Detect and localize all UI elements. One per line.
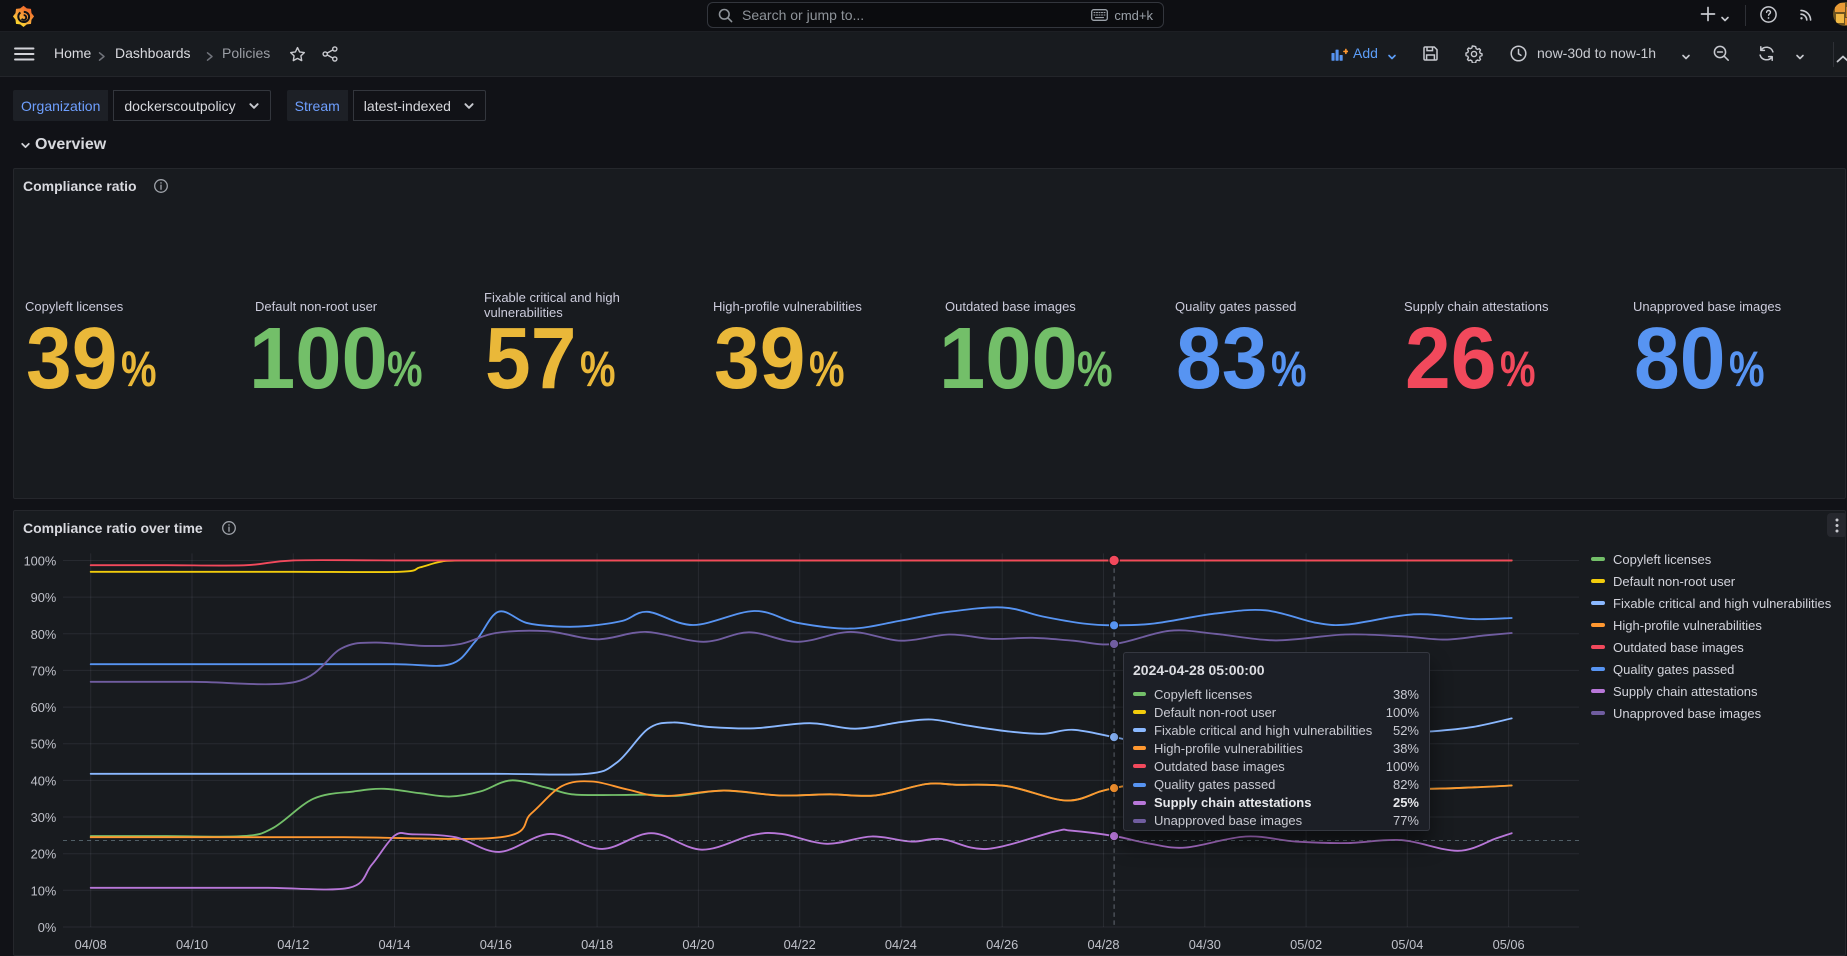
svg-text:05/04: 05/04 bbox=[1391, 937, 1423, 952]
svg-text:05/02: 05/02 bbox=[1290, 937, 1322, 952]
svg-text:90%: 90% bbox=[31, 590, 57, 605]
svg-text:30%: 30% bbox=[31, 810, 57, 825]
svg-text:100%: 100% bbox=[24, 554, 57, 569]
svg-text:05/06: 05/06 bbox=[1493, 937, 1525, 952]
svg-text:04/24: 04/24 bbox=[885, 937, 917, 952]
svg-text:60%: 60% bbox=[31, 700, 57, 715]
svg-text:04/12: 04/12 bbox=[277, 937, 309, 952]
svg-text:04/22: 04/22 bbox=[784, 937, 816, 952]
svg-text:04/30: 04/30 bbox=[1189, 937, 1221, 952]
svg-text:0%: 0% bbox=[38, 920, 57, 935]
svg-text:40%: 40% bbox=[31, 773, 57, 788]
svg-text:70%: 70% bbox=[31, 663, 57, 678]
svg-text:04/26: 04/26 bbox=[986, 937, 1018, 952]
svg-text:20%: 20% bbox=[31, 847, 57, 862]
svg-text:80%: 80% bbox=[31, 627, 57, 642]
svg-text:04/18: 04/18 bbox=[581, 937, 613, 952]
svg-text:04/28: 04/28 bbox=[1087, 937, 1119, 952]
svg-text:10%: 10% bbox=[31, 883, 57, 898]
svg-text:04/16: 04/16 bbox=[480, 937, 512, 952]
svg-text:04/10: 04/10 bbox=[176, 937, 208, 952]
svg-text:50%: 50% bbox=[31, 737, 57, 752]
svg-text:04/14: 04/14 bbox=[378, 937, 410, 952]
svg-text:04/08: 04/08 bbox=[75, 937, 107, 952]
svg-text:04/20: 04/20 bbox=[682, 937, 714, 952]
